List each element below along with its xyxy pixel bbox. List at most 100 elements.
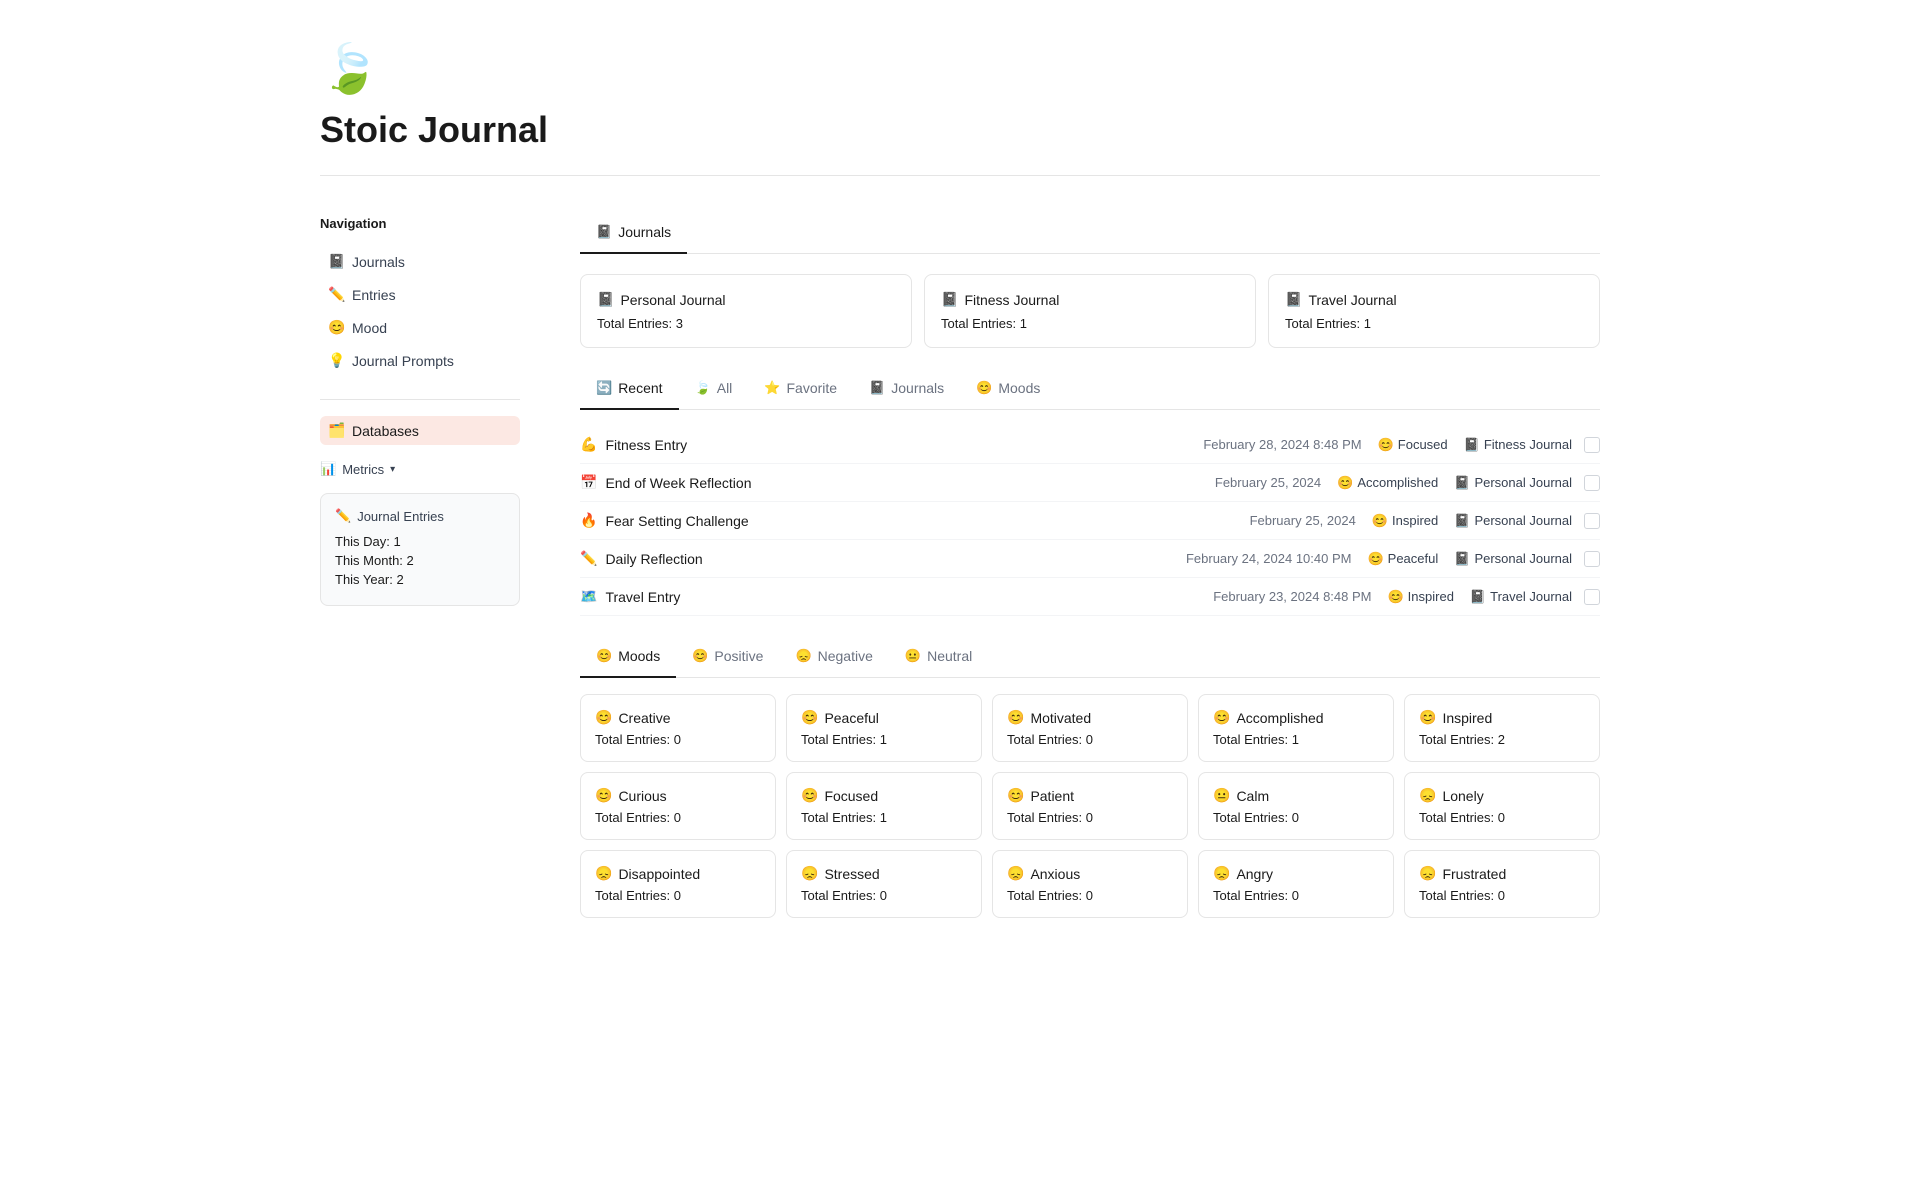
week-reflection-icon: 📅 [580,474,597,491]
subtab-favorite-label: Favorite [786,380,837,396]
subtab-favorite[interactable]: ⭐ Favorite [748,372,853,410]
moods-tab-all[interactable]: 😊 Moods [580,640,676,678]
moods-all-icon: 😊 [596,648,612,664]
entry-name-fear: Fear Setting Challenge [605,513,748,529]
journal-card-personal[interactable]: 📓 Personal Journal Total Entries: 3 [580,274,912,348]
entry-journal-2: 📓 Personal Journal [1454,513,1572,529]
main-tab-bar: 📓 Journals [580,216,1600,254]
entry-checkbox-2[interactable] [1584,513,1600,529]
subtab-all[interactable]: 🍃 All [679,372,749,410]
header: 🍃 Stoic Journal [320,40,1600,176]
fitness-journal-entries: Total Entries: 1 [941,316,1239,331]
creative-icon: 😊 [595,709,612,726]
mood-emoji-4: 😊 [1387,589,1403,605]
mood-grid: 😊 Creative Total Entries: 0 😊 Peaceful T… [580,694,1600,918]
main-layout: Navigation 📓 Journals ✏️ Entries 😊 Mood … [320,216,1600,918]
entry-row[interactable]: 💪 Fitness Entry February 28, 2024 8:48 P… [580,426,1600,464]
entry-mood-1: 😊 Accomplished [1337,475,1438,491]
mood-card-patient[interactable]: 😊 Patient Total Entries: 0 [992,772,1188,840]
journal-prompts-icon: 💡 [328,352,344,369]
mood-card-disappointed[interactable]: 😞 Disappointed Total Entries: 0 [580,850,776,918]
mood-card-anxious[interactable]: 😞 Anxious Total Entries: 0 [992,850,1188,918]
subtab-recent[interactable]: 🔄 Recent [580,372,679,410]
travel-journal-entries: Total Entries: 1 [1285,316,1583,331]
moods-tab-all-label: Moods [618,648,660,664]
sidebar-item-journals-label: Journals [352,254,405,270]
entry-name-daily: Daily Reflection [605,551,702,567]
entry-checkbox-4[interactable] [1584,589,1600,605]
metrics-toggle[interactable]: 📊 Metrics ▾ [320,461,520,477]
databases-icon: 🗂️ [328,422,344,439]
nav-items: 📓 Journals ✏️ Entries 😊 Mood 💡 Journal P… [320,247,520,375]
subtab-moods-icon: 😊 [976,380,992,396]
sidebar-item-mood[interactable]: 😊 Mood [320,313,520,342]
metrics-stat-year: This Year: 2 [335,572,505,587]
subtab-journals[interactable]: 📓 Journals [853,372,960,410]
mood-emoji-3: 😊 [1367,551,1383,567]
curious-icon: 😊 [595,787,612,804]
entry-checkbox-1[interactable] [1584,475,1600,491]
metrics-stat-day: This Day: 1 [335,534,505,549]
inspired-icon: 😊 [1419,709,1436,726]
entry-mood-0: 😊 Focused [1378,437,1448,453]
focused-icon: 😊 [801,787,818,804]
moods-tab-negative[interactable]: 😞 Negative [779,640,888,678]
all-icon: 🍃 [695,380,711,396]
mood-card-stressed[interactable]: 😞 Stressed Total Entries: 0 [786,850,982,918]
peaceful-icon: 😊 [801,709,818,726]
sidebar-item-databases[interactable]: 🗂️ Databases [320,416,520,445]
positive-icon: 😊 [692,648,708,664]
mood-card-accomplished[interactable]: 😊 Accomplished Total Entries: 1 [1198,694,1394,762]
mood-card-lonely[interactable]: 😞 Lonely Total Entries: 0 [1404,772,1600,840]
tab-journals[interactable]: 📓 Journals [580,216,687,254]
daily-reflection-icon: ✏️ [580,550,597,567]
personal-journal-icon: 📓 [597,291,614,308]
entry-row[interactable]: 🔥 Fear Setting Challenge February 25, 20… [580,502,1600,540]
entry-row[interactable]: 📅 End of Week Reflection February 25, 20… [580,464,1600,502]
entry-row[interactable]: 🗺️ Travel Entry February 23, 2024 8:48 P… [580,578,1600,616]
mood-emoji-1: 😊 [1337,475,1353,491]
journal-emoji-2: 📓 [1454,513,1470,529]
subtab-all-label: All [717,380,733,396]
moods-tab-neutral-label: Neutral [927,648,972,664]
entry-journal-4: 📓 Travel Journal [1470,589,1572,605]
mood-card-calm[interactable]: 😐 Calm Total Entries: 0 [1198,772,1394,840]
lonely-icon: 😞 [1419,787,1436,804]
mood-card-inspired[interactable]: 😊 Inspired Total Entries: 2 [1404,694,1600,762]
sidebar-item-journal-prompts-label: Journal Prompts [352,353,454,369]
sidebar-item-databases-label: Databases [352,423,419,439]
mood-icon: 😊 [328,319,344,336]
mood-card-creative[interactable]: 😊 Creative Total Entries: 0 [580,694,776,762]
fitness-journal-title: Fitness Journal [964,292,1059,308]
sidebar-item-journals[interactable]: 📓 Journals [320,247,520,276]
mood-card-frustrated[interactable]: 😞 Frustrated Total Entries: 0 [1404,850,1600,918]
neutral-icon: 😐 [905,648,921,664]
moods-tab-positive[interactable]: 😊 Positive [676,640,779,678]
entry-row[interactable]: ✏️ Daily Reflection February 24, 2024 10… [580,540,1600,578]
mood-card-angry[interactable]: 😞 Angry Total Entries: 0 [1198,850,1394,918]
mood-card-curious[interactable]: 😊 Curious Total Entries: 0 [580,772,776,840]
sidebar-item-journal-prompts[interactable]: 💡 Journal Prompts [320,346,520,375]
sidebar-item-mood-label: Mood [352,320,387,336]
entry-checkbox-3[interactable] [1584,551,1600,567]
moods-tab-neutral[interactable]: 😐 Neutral [889,640,988,678]
mood-card-peaceful[interactable]: 😊 Peaceful Total Entries: 1 [786,694,982,762]
mood-card-motivated[interactable]: 😊 Motivated Total Entries: 0 [992,694,1188,762]
journals-icon: 📓 [328,253,344,270]
disappointed-icon: 😞 [595,865,612,882]
journal-card-travel[interactable]: 📓 Travel Journal Total Entries: 1 [1268,274,1600,348]
sidebar-item-entries[interactable]: ✏️ Entries [320,280,520,309]
entry-journal-1: 📓 Personal Journal [1454,475,1572,491]
subtab-recent-label: Recent [618,380,662,396]
sidebar-item-entries-label: Entries [352,287,396,303]
tab-journals-label: Journals [618,224,671,240]
journal-card-fitness[interactable]: 📓 Fitness Journal Total Entries: 1 [924,274,1256,348]
personal-journal-title: Personal Journal [620,292,725,308]
mood-card-focused[interactable]: 😊 Focused Total Entries: 1 [786,772,982,840]
entry-checkbox-0[interactable] [1584,437,1600,453]
favorite-icon: ⭐ [764,380,780,396]
entry-mood-3: 😊 Peaceful [1367,551,1438,567]
moods-tab-negative-label: Negative [818,648,873,664]
fitness-journal-icon: 📓 [941,291,958,308]
subtab-moods[interactable]: 😊 Moods [960,372,1056,410]
